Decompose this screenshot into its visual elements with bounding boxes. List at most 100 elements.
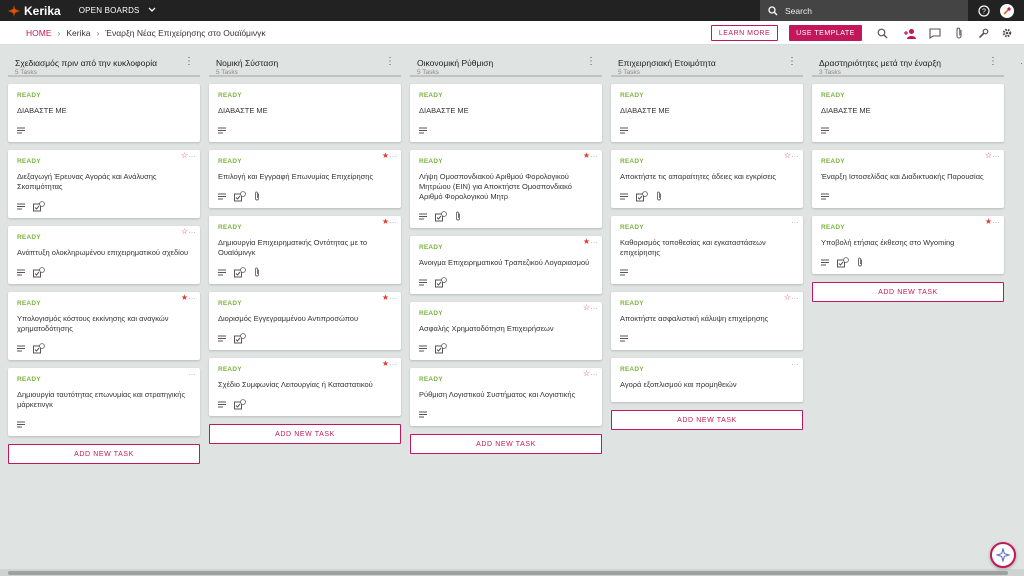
task-card[interactable]: READY ΔΙΑΒΑΣΤΕ ΜΕ <box>8 84 200 142</box>
task-card[interactable]: ★… READY Δημιουργία Επιχειρηματικής Οντότη… <box>209 216 401 284</box>
description-icon <box>218 400 226 408</box>
star-filled-icon[interactable]: ★ <box>985 218 992 226</box>
add-new-task-button[interactable]: ADD NEW TASK <box>209 424 401 444</box>
search-placeholder: Search <box>785 5 812 16</box>
add-person-icon[interactable] <box>903 26 917 40</box>
card-menu-icon[interactable]: … <box>389 216 397 225</box>
task-card[interactable]: ☆… READY Ανάπτυξη ολοκληρωμένου επιχειρημα… <box>8 226 200 284</box>
task-card[interactable]: ☆… READY Αποκτήστε τις απαραίτητες άδειες … <box>611 150 803 208</box>
column-header[interactable]: Δραστηριότητες μετά την έναρξη 3 Tasks ⋮ <box>812 51 1004 77</box>
star-filled-icon[interactable]: ★ <box>181 294 188 302</box>
use-template-button[interactable]: USE TEMPLATE <box>789 25 862 41</box>
column-header[interactable]: Οικονομική Ρύθμιση 5 Tasks ⋮ <box>410 51 602 77</box>
task-card[interactable]: ★… READY Διορισμός Εγγεγραμμένου Αντιπροσώ… <box>209 292 401 350</box>
task-card[interactable]: READY ΔΙΑΒΑΣΤΕ ΜΕ <box>410 84 602 142</box>
task-card[interactable]: ☆… READY Ρύθμιση Λογιστικού Συστήματος και… <box>410 368 602 426</box>
add-new-task-button[interactable]: ADD NEW TASK <box>611 410 803 430</box>
card-menu-icon[interactable]: … <box>992 216 1000 225</box>
wrench-icon[interactable] <box>976 26 990 40</box>
search-icon[interactable] <box>875 26 889 40</box>
card-menu-icon[interactable]: … <box>791 216 799 225</box>
star-outline-icon[interactable]: ☆ <box>181 152 188 160</box>
description-icon <box>620 334 628 342</box>
task-card[interactable]: ★… READY Λήψη Ομοσπονδιακού Αριθμού Φορολο… <box>410 150 602 228</box>
task-card[interactable]: READY ΔΙΑΒΑΣΤΕ ΜΕ <box>812 84 1004 142</box>
add-new-task-button[interactable]: ADD NEW TASK <box>8 444 200 464</box>
open-boards-menu[interactable]: OPEN BOARDS <box>79 6 156 15</box>
star-filled-icon[interactable]: ★ <box>583 238 590 246</box>
checklist-icon <box>435 342 447 354</box>
add-new-task-button[interactable]: ADD NEW TASK <box>410 434 602 454</box>
card-menu-icon[interactable]: … <box>791 150 799 159</box>
card-status: READY <box>17 376 41 383</box>
breadcrumb-workspace[interactable]: Kerika <box>66 28 90 38</box>
task-card[interactable]: … READY Δημιουργία ταυτότητας επωνυμίας κα… <box>8 368 200 436</box>
card-menu-icon[interactable]: … <box>791 358 799 367</box>
user-avatar[interactable] <box>999 3 1014 18</box>
add-new-task-button[interactable]: ADD NEW TASK <box>812 282 1004 302</box>
column-header[interactable]: Νομική Σύσταση 5 Tasks ⋮ <box>209 51 401 77</box>
card-menu-icon[interactable]: … <box>791 292 799 301</box>
card-list: READY ΔΙΑΒΑΣΤΕ ΜΕ ★… READY Λήψη Ομοσπονδιακο… <box>410 77 602 454</box>
task-card[interactable]: ☆… READY Έναρξη Ιστοσελίδας και Διαδικτυακ… <box>812 150 1004 208</box>
task-card[interactable]: … READY Καθορισμός τοποθεσίας και εγκαταστ… <box>611 216 803 284</box>
help-icon[interactable]: ? <box>976 3 991 18</box>
card-menu-icon[interactable]: … <box>590 236 598 245</box>
task-card[interactable]: ☆… READY Διεξαγωγή Έρευνας Αγοράς και Ανάλ… <box>8 150 200 218</box>
column-menu-icon[interactable]: ⋮ <box>385 57 395 67</box>
search-input[interactable]: Search <box>760 0 968 21</box>
card-menu-icon[interactable]: … <box>590 368 598 377</box>
task-card[interactable]: READY ΔΙΑΒΑΣΤΕ ΜΕ <box>209 84 401 142</box>
ai-assistant-button[interactable] <box>990 542 1016 568</box>
task-card[interactable]: ★… READY Υποβολή ετήσιας έκθεσης στο Wyomi… <box>812 216 1004 274</box>
learn-more-button[interactable]: LEARN MORE <box>711 25 778 41</box>
task-card[interactable]: ☆… READY Ασφαλής Χρηματοδότηση Επιχειρήσεω… <box>410 302 602 360</box>
column-header[interactable]: Επιχειρησιακή Ετοιμότητα 5 Tasks ⋮ <box>611 51 803 77</box>
search-icon <box>768 5 778 15</box>
column-menu-icon[interactable]: ⋮ <box>586 57 596 67</box>
card-menu-icon[interactable]: … <box>992 150 1000 159</box>
card-menu-icon[interactable]: … <box>590 302 598 311</box>
star-outline-icon[interactable]: ☆ <box>985 152 992 160</box>
card-menu-icon[interactable]: … <box>188 368 196 377</box>
card-status: READY <box>419 92 443 99</box>
card-title: ΔΙΑΒΑΣΤΕ ΜΕ <box>821 106 871 115</box>
scrollbar-thumb[interactable] <box>8 571 1008 575</box>
card-menu-icon[interactable]: … <box>188 150 196 159</box>
chat-icon[interactable] <box>928 26 942 40</box>
star-filled-icon[interactable]: ★ <box>382 152 389 160</box>
star-outline-icon[interactable]: ☆ <box>583 304 590 312</box>
card-menu-icon[interactable]: … <box>590 150 598 159</box>
task-card[interactable]: ★… READY Επιλογή και Εγγραφή Επωνυμίας Επι… <box>209 150 401 208</box>
attachment-icon[interactable] <box>952 26 966 40</box>
task-card[interactable]: ★… READY Σχέδιο Συμφωνίας Λειτουργίας ή Κα… <box>209 358 401 416</box>
star-outline-icon[interactable]: ☆ <box>784 294 791 302</box>
star-filled-icon[interactable]: ★ <box>583 152 590 160</box>
task-card[interactable]: … READY Αγορά εξοπλισμού και προμηθειών <box>611 358 803 402</box>
card-title: Διεξαγωγή Έρευνας Αγοράς και Ανάλυσης Σκ… <box>17 172 157 191</box>
kerika-logo[interactable]: Kerika <box>8 4 61 18</box>
star-filled-icon[interactable]: ★ <box>382 360 389 368</box>
column-header[interactable]: Σχεδιασμός πριν από την κυκλοφορία 5 Task… <box>8 51 200 77</box>
card-menu-icon[interactable]: … <box>389 292 397 301</box>
column-menu-icon[interactable]: ⋮ <box>184 57 194 67</box>
breadcrumb-home[interactable]: HOME <box>26 28 52 38</box>
star-filled-icon[interactable]: ★ <box>382 294 389 302</box>
card-menu-icon[interactable]: … <box>188 292 196 301</box>
task-card[interactable]: ☆… READY Αποκτήστε ασφαλιστική κάλυψη επιχ… <box>611 292 803 350</box>
star-outline-icon[interactable]: ☆ <box>784 152 791 160</box>
task-card[interactable]: ★… READY Υπολογισμός κόστους εκκίνησης και… <box>8 292 200 360</box>
gear-icon[interactable] <box>1000 26 1014 40</box>
task-card[interactable]: READY ΔΙΑΒΑΣΤΕ ΜΕ <box>611 84 803 142</box>
card-menu-icon[interactable]: … <box>389 358 397 367</box>
card-menu-icon[interactable]: … <box>389 150 397 159</box>
card-title: Σχέδιο Συμφωνίας Λειτουργίας ή Καταστατι… <box>218 380 373 389</box>
column-menu-icon[interactable]: ⋮ <box>787 57 797 67</box>
column-menu-icon[interactable]: ⋮ <box>988 57 998 67</box>
card-menu-icon[interactable]: … <box>188 226 196 235</box>
star-outline-icon[interactable]: ☆ <box>583 370 590 378</box>
task-card[interactable]: ★… READY Άνοιγμα Επιχειρηματικού Τραπεζικο… <box>410 236 602 294</box>
description-icon <box>218 192 226 200</box>
star-filled-icon[interactable]: ★ <box>382 218 389 226</box>
star-outline-icon[interactable]: ☆ <box>181 228 188 236</box>
